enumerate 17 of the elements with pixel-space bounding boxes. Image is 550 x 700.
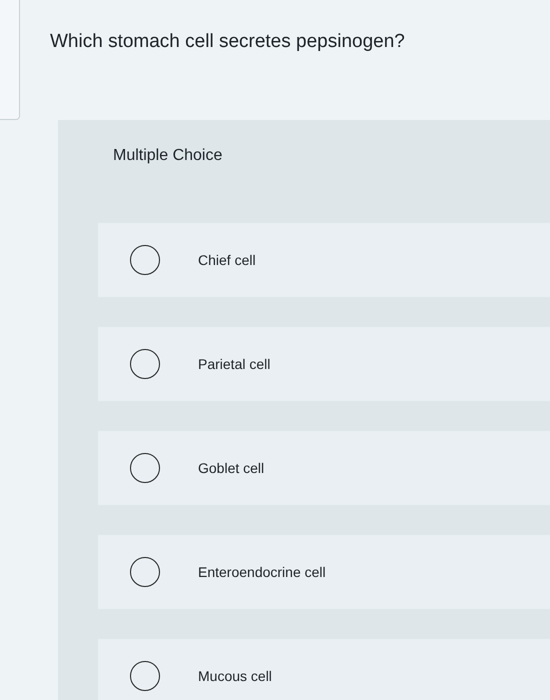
radio-button[interactable] (130, 349, 160, 379)
answer-option[interactable]: Mucous cell (98, 639, 550, 700)
answer-option[interactable]: Goblet cell (98, 431, 550, 505)
radio-button[interactable] (130, 245, 160, 275)
option-label: Enteroendocrine cell (198, 562, 326, 582)
answer-option[interactable]: Enteroendocrine cell (98, 535, 550, 609)
option-label: Chief cell (198, 250, 256, 270)
question-type-label: Multiple Choice (113, 146, 224, 166)
option-label: Goblet cell (198, 458, 264, 478)
radio-button[interactable] (130, 661, 160, 691)
radio-button[interactable] (130, 453, 160, 483)
answer-option[interactable]: Parietal cell (98, 327, 550, 401)
answer-option[interactable]: Chief cell (98, 223, 550, 297)
option-label: Parietal cell (198, 354, 270, 374)
radio-button[interactable] (130, 557, 160, 587)
question-text: Which stomach cell secretes pepsinogen? (50, 30, 405, 54)
option-label: Mucous cell (198, 666, 272, 686)
